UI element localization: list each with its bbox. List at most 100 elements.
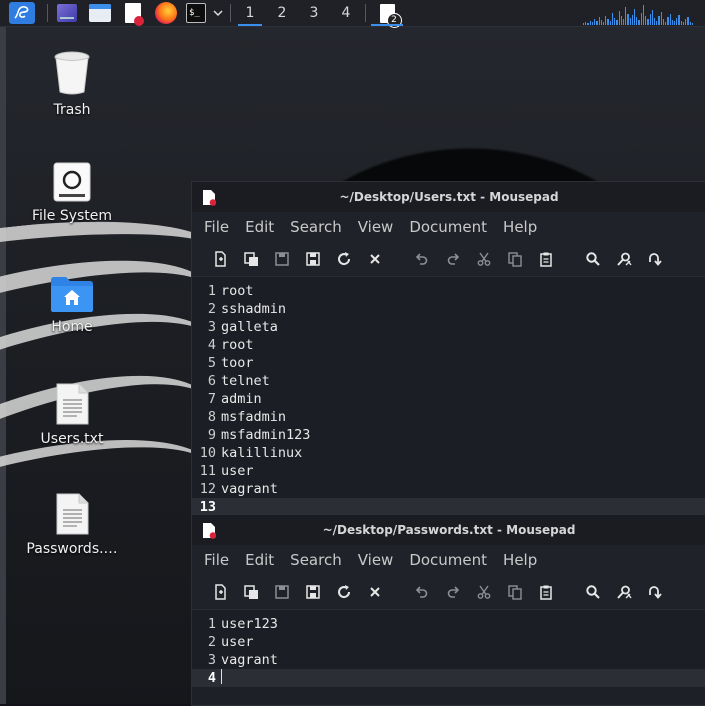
paste-icon [539,585,552,600]
firefox-icon [155,2,177,24]
line-text: user [221,463,254,479]
file-manager-button[interactable] [83,0,117,26]
new-window-button[interactable] [235,577,266,607]
workspace-2[interactable]: 2 [266,0,298,26]
desktop-icon-users-txt[interactable]: Users.txt [17,383,127,447]
cpu-graph-bar [585,22,587,25]
cpu-graph-bar [611,13,614,25]
redo-button[interactable] [437,244,468,274]
cpu-graph-bar [658,16,660,25]
menu-search[interactable]: Search [282,218,350,236]
go-to-line-button[interactable] [639,577,670,607]
desktop-icon-trash[interactable]: Trash [17,50,127,118]
save-as-icon [305,252,320,266]
kali-dragon-icon [9,2,35,24]
file-manager-icon [89,4,111,22]
firefox-button[interactable] [149,0,183,26]
menu-view[interactable]: View [350,218,402,236]
replace-button[interactable] [608,577,639,607]
paste-button[interactable] [530,577,561,607]
cut-button[interactable] [468,244,499,274]
save-button[interactable] [266,577,297,607]
line-text: toor [221,355,254,371]
cpu-graph-bar [682,22,685,25]
cpu-graph-bar [647,19,649,25]
replace-button[interactable] [608,244,639,274]
close-button[interactable] [359,577,390,607]
search-icon [585,585,600,599]
editor-line: 6 telnet [192,372,705,390]
new-document-button[interactable] [204,577,235,607]
cpu-graph-bar [620,16,622,25]
cpu-graph-bar [583,23,585,25]
workspace-4[interactable]: 4 [330,0,362,26]
terminal-button[interactable]: $_ [183,0,209,26]
close-icon [369,254,380,264]
save-icon [274,585,289,599]
menu-search[interactable]: Search [282,551,350,569]
undo-button[interactable] [406,244,437,274]
top-panel: $_ 1 2 3 4 2 [0,0,705,28]
save-as-button[interactable] [297,244,328,274]
cpu-graph-bar [625,7,627,25]
menu-file[interactable]: File [196,218,237,236]
reload-button[interactable] [328,577,359,607]
close-button[interactable] [359,244,390,274]
toolbar [192,575,705,610]
save-as-button[interactable] [297,577,328,607]
reload-button[interactable] [328,244,359,274]
taskbar-mousepad-group[interactable]: 2 [369,0,405,28]
text-editor-area[interactable]: 1 user123 2 user 3 vagrant 4 [192,610,705,687]
window-titlebar[interactable]: ~/Desktop/Passwords.txt - Mousepad [192,515,705,545]
menu-bar: File Edit Search View Document Help [192,545,705,575]
search-button[interactable] [577,244,608,274]
menu-file[interactable]: File [196,551,237,569]
reload-icon [337,252,350,266]
desktop-icon [57,4,77,22]
menu-view[interactable]: View [350,551,402,569]
menu-document[interactable]: Document [401,218,495,236]
undo-button[interactable] [406,577,437,607]
workspace-3[interactable]: 3 [298,0,330,26]
text-file-icon [56,493,89,535]
redo-icon [447,253,459,265]
reload-icon [337,585,350,599]
editor-line: 8 msfadmin [192,408,705,426]
copy-button[interactable] [499,244,530,274]
cpu-graph-bar [665,22,667,25]
line-number: 5 [207,355,216,371]
text-editor-button[interactable] [117,0,149,26]
save-icon [274,252,289,266]
show-desktop-button[interactable] [51,0,83,26]
cpu-graph-bar [656,21,658,25]
cut-button[interactable] [468,577,499,607]
line-number: 2 [207,634,216,650]
go-to-line-button[interactable] [639,244,670,274]
menu-help[interactable]: Help [495,218,545,236]
redo-icon [447,586,459,598]
menu-edit[interactable]: Edit [237,218,282,236]
window-titlebar[interactable]: ~/Desktop/Users.txt - Mousepad [192,182,705,212]
cpu-graph-bar [634,9,636,25]
desktop-icon-home[interactable]: Home [17,275,127,335]
menu-help[interactable]: Help [495,551,545,569]
line-text: root [221,337,254,353]
desktop-icon-passwords-txt[interactable]: Passwords.… [17,493,127,557]
redo-button[interactable] [437,577,468,607]
search-button[interactable] [577,577,608,607]
save-as-icon [305,585,320,599]
launcher-dropdown[interactable] [209,0,227,26]
text-editor-area[interactable]: 1 root 2 sshadmin 3 galleta 4 root 5 toor 6 telnet 7… [192,277,705,515]
save-button[interactable] [266,244,297,274]
menu-edit[interactable]: Edit [237,551,282,569]
copy-button[interactable] [499,577,530,607]
new-window-button[interactable] [235,244,266,274]
cpu-graph [583,3,693,25]
menu-document[interactable]: Document [401,551,495,569]
desktop-icon-file-system[interactable]: File System [17,162,127,224]
paste-button[interactable] [530,244,561,274]
new-document-button[interactable] [204,244,235,274]
cpu-graph-bar [600,20,602,25]
workspace-1[interactable]: 1 [234,0,266,26]
kali-menu-button[interactable] [0,0,44,26]
